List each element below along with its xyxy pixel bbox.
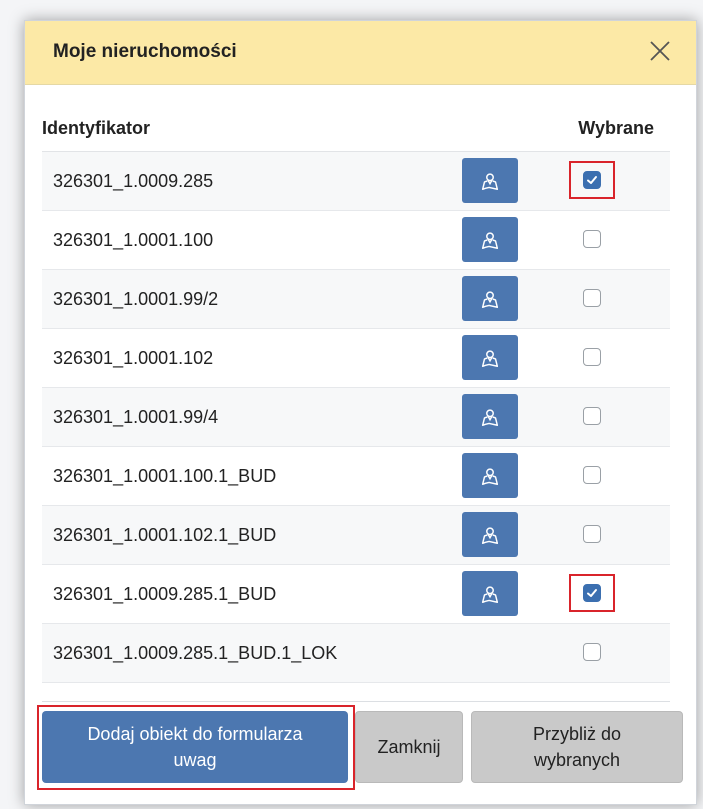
checkbox-cell bbox=[569, 220, 615, 258]
map-pin-icon bbox=[479, 229, 501, 251]
checkbox-highlight bbox=[569, 161, 615, 199]
zoom-button-label-line2: wybranych bbox=[533, 750, 621, 770]
map-pin-icon bbox=[479, 347, 501, 369]
table-header: Identyfikator Wybrane bbox=[42, 109, 670, 152]
show-on-map-button[interactable] bbox=[462, 335, 518, 380]
select-checkbox[interactable] bbox=[583, 643, 601, 661]
checkbox-highlight bbox=[569, 574, 615, 612]
add-button-label-line1: Dodaj obiekt do formularza bbox=[87, 724, 303, 744]
table-row: 326301_1.0001.99/4 bbox=[42, 388, 670, 447]
zoom-button-label-line1: Przybliż do bbox=[532, 724, 622, 744]
select-checkbox[interactable] bbox=[583, 230, 601, 248]
checkbox-cell bbox=[569, 633, 615, 671]
checkmark-icon bbox=[586, 174, 598, 186]
show-on-map-button[interactable] bbox=[462, 394, 518, 439]
column-header-selected: Wybrane bbox=[578, 118, 654, 138]
dialog-header: Moje nieruchomości bbox=[25, 21, 696, 85]
select-checkbox[interactable] bbox=[583, 348, 601, 366]
property-identifier: 326301_1.0001.102 bbox=[53, 348, 214, 368]
show-on-map-button[interactable] bbox=[462, 453, 518, 498]
property-identifier: 326301_1.0001.99/4 bbox=[53, 407, 219, 427]
checkmark-icon bbox=[586, 587, 598, 599]
property-identifier: 326301_1.0009.285.1_BUD.1_LOK bbox=[53, 643, 338, 663]
dialog-title: Moje nieruchomości bbox=[53, 41, 237, 62]
checkbox-cell bbox=[569, 397, 615, 435]
show-on-map-button[interactable] bbox=[462, 158, 518, 203]
map-pin-icon bbox=[479, 583, 501, 605]
table-row: 326301_1.0009.285 bbox=[42, 152, 670, 211]
property-identifier: 326301_1.0001.102.1_BUD bbox=[53, 525, 277, 545]
table-body: 326301_1.0009.285 326301_1.0001.100 326301… bbox=[42, 152, 670, 683]
checkbox-cell bbox=[569, 338, 615, 376]
map-pin-icon bbox=[479, 524, 501, 546]
show-on-map-button[interactable] bbox=[462, 217, 518, 262]
map-pin-icon bbox=[479, 465, 501, 487]
checkbox-cell bbox=[569, 456, 615, 494]
map-pin-icon bbox=[479, 406, 501, 428]
close-button[interactable]: Zamknij bbox=[355, 711, 463, 783]
select-checkbox[interactable] bbox=[583, 584, 601, 602]
my-properties-dialog: Moje nieruchomości Identyfikator Wybrane… bbox=[24, 20, 697, 805]
table-row: 326301_1.0001.102.1_BUD bbox=[42, 506, 670, 565]
zoom-to-selected-button[interactable]: Przybliż do wybranych bbox=[471, 711, 683, 783]
map-pin-icon bbox=[479, 288, 501, 310]
select-checkbox[interactable] bbox=[583, 407, 601, 425]
property-identifier: 326301_1.0009.285 bbox=[53, 171, 214, 191]
property-identifier: 326301_1.0001.100 bbox=[53, 230, 214, 250]
show-on-map-button[interactable] bbox=[462, 276, 518, 321]
column-header-identifier: Identyfikator bbox=[42, 118, 151, 138]
properties-table: Identyfikator Wybrane 326301_1.0009.285 3… bbox=[42, 109, 670, 683]
property-identifier: 326301_1.0009.285.1_BUD bbox=[53, 584, 277, 604]
add-to-form-button[interactable]: Dodaj obiekt do formularza uwag bbox=[42, 711, 348, 783]
table-row: 326301_1.0001.100.1_BUD bbox=[42, 447, 670, 506]
table-row: 326301_1.0009.285.1_BUD.1_LOK bbox=[42, 624, 670, 683]
add-button-label-line2: uwag bbox=[173, 750, 217, 770]
select-checkbox[interactable] bbox=[583, 289, 601, 307]
show-on-map-button[interactable] bbox=[462, 571, 518, 616]
checkbox-cell bbox=[569, 515, 615, 553]
show-on-map-button[interactable] bbox=[462, 512, 518, 557]
select-checkbox[interactable] bbox=[583, 466, 601, 484]
table-row: 326301_1.0009.285.1_BUD bbox=[42, 565, 670, 624]
table-row: 326301_1.0001.100 bbox=[42, 211, 670, 270]
select-checkbox[interactable] bbox=[583, 525, 601, 543]
property-identifier: 326301_1.0001.100.1_BUD bbox=[53, 466, 277, 486]
table-row: 326301_1.0001.99/2 bbox=[42, 270, 670, 329]
select-checkbox[interactable] bbox=[583, 171, 601, 189]
checkbox-cell bbox=[569, 279, 615, 317]
table-row: 326301_1.0001.102 bbox=[42, 329, 670, 388]
map-pin-icon bbox=[479, 170, 501, 192]
property-identifier: 326301_1.0001.99/2 bbox=[53, 289, 219, 309]
footer-divider bbox=[42, 701, 670, 702]
close-icon[interactable] bbox=[642, 33, 678, 69]
